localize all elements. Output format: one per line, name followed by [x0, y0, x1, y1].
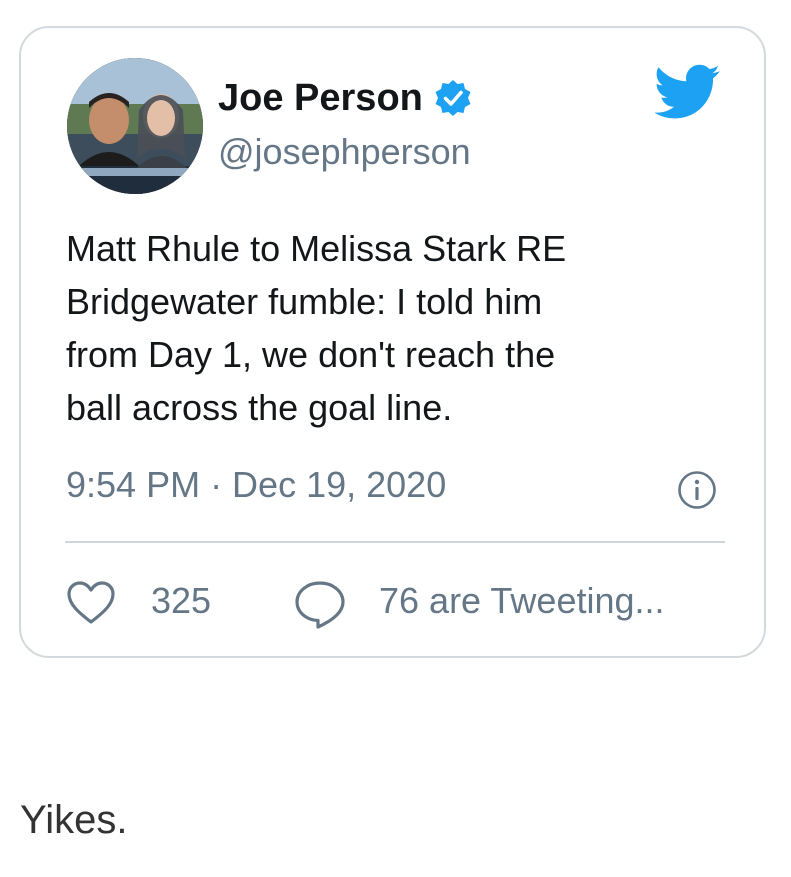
divider — [65, 541, 725, 543]
info-icon[interactable] — [677, 470, 717, 510]
tweeting-count[interactable]: 76 are Tweeting... — [379, 580, 665, 622]
twitter-bird-icon[interactable] — [653, 64, 721, 120]
action-row: 325 76 are Tweeting... — [65, 576, 745, 630]
display-name[interactable]: Joe Person — [218, 77, 423, 120]
name-row: Joe Person — [218, 76, 473, 120]
timestamp[interactable]: 9:54 PM · Dec 19, 2020 — [66, 464, 446, 506]
caption: Yikes. — [20, 798, 128, 842]
heart-icon[interactable] — [66, 580, 116, 626]
tweet-text: Matt Rhule to Melissa Stark RE Bridgewat… — [66, 228, 567, 428]
handle[interactable]: @josephperson — [218, 131, 471, 173]
tweet-card[interactable]: Joe Person @josephperson Matt Rhule to M… — [19, 26, 766, 658]
avatar[interactable] — [67, 58, 203, 194]
verified-badge-icon — [433, 78, 473, 118]
speech-bubble-icon[interactable] — [294, 580, 346, 630]
like-count[interactable]: 325 — [151, 580, 211, 622]
